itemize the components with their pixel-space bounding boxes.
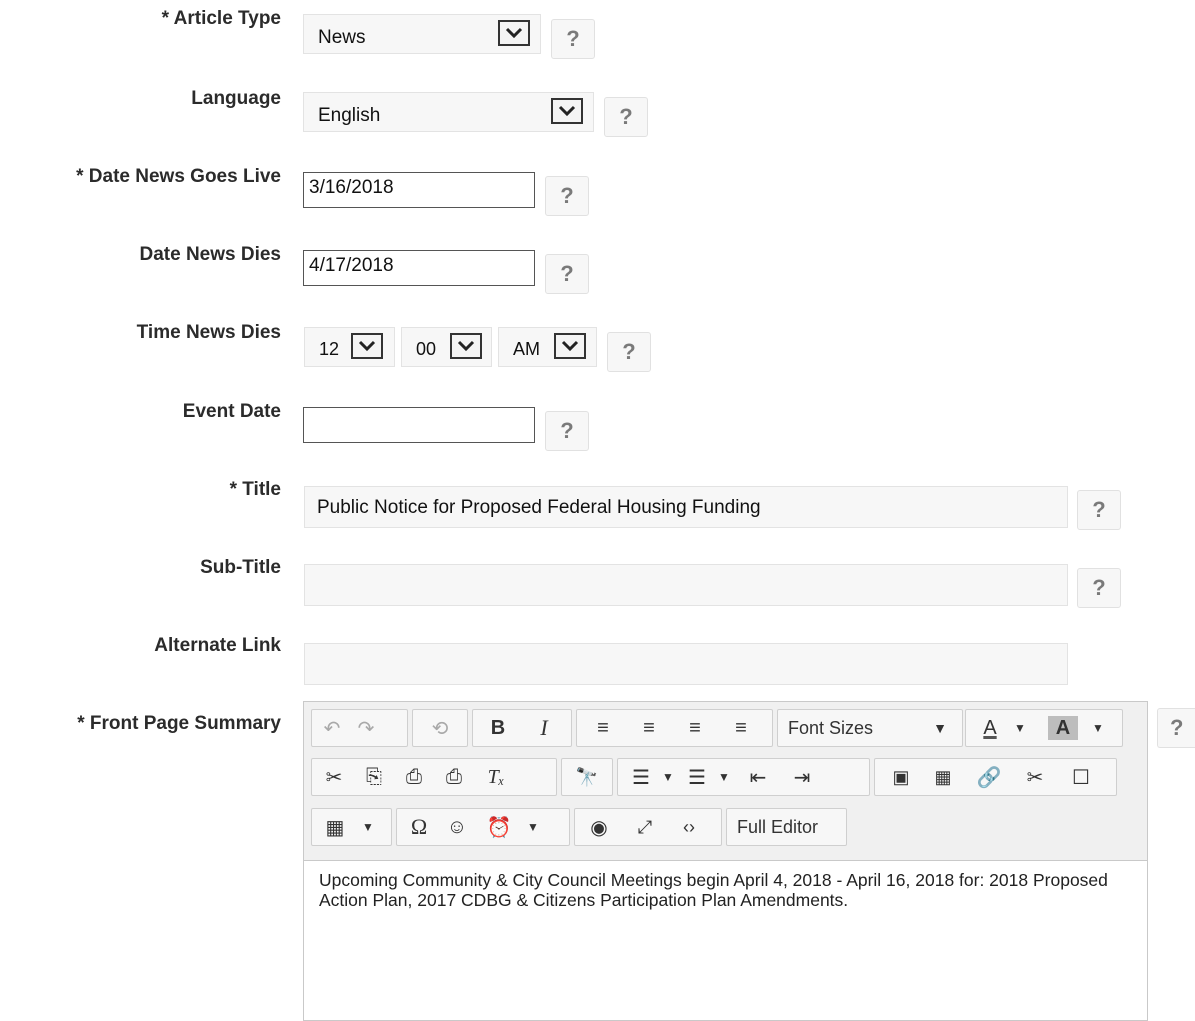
chevron-down-icon [498,20,530,46]
clear-format-icon[interactable]: Tₓ [478,763,514,791]
time-dies-label: Time News Dies [136,322,281,343]
media-icon[interactable]: ▦ [925,763,961,791]
color-group: A ▼ A ▼ [965,709,1123,747]
hour-select[interactable]: 12 [304,327,395,367]
language-label: Language [191,88,281,109]
special-group: Ω ☺ ⏰ ▼ [396,808,570,846]
background-color-icon[interactable]: A [1048,716,1078,740]
caret-down-icon[interactable]: ▼ [660,763,676,791]
paste-text-icon[interactable]: ⎙ [436,763,472,791]
summary-label: * Front Page Summary [77,713,281,734]
full-editor-label: Full Editor [737,816,819,837]
article-type-select[interactable]: News [303,14,541,54]
event-date-input[interactable] [303,407,535,443]
date-live-input[interactable]: 3/16/2018 [303,172,535,208]
article-type-label: * Article Type [161,8,281,29]
article-type-help-button[interactable]: ? [551,19,595,59]
time-dies-help-button[interactable]: ? [607,332,651,372]
caret-down-icon[interactable]: ▼ [1090,714,1106,742]
find-replace-icon[interactable]: 🔭 [570,763,604,791]
language-value: English [318,105,381,126]
date-live-label: * Date News Goes Live [76,166,281,187]
event-date-help-button[interactable]: ? [545,411,589,451]
minute-value: 00 [416,339,437,359]
numbered-list-icon[interactable]: ☰ [680,763,714,791]
link-icon[interactable]: 🔗 [971,763,1007,791]
caret-down-icon[interactable]: ▼ [360,813,376,841]
emoticon-icon[interactable]: ☺ [441,813,473,841]
indent-icon[interactable]: ⇥ [782,763,822,791]
language-select[interactable]: English [303,92,594,132]
alternate-link-label: Alternate Link [154,635,281,656]
restore-group: ⟲ [412,709,468,747]
restore-draft-icon[interactable]: ⟲ [423,714,457,742]
fullscreen-icon[interactable]: ⤢ [627,813,663,841]
unlink-icon[interactable]: ✂ [1017,763,1053,791]
hour-value: 12 [319,339,340,359]
title-help-button[interactable]: ? [1077,490,1121,530]
caret-down-icon[interactable]: ▼ [716,763,732,791]
chevron-down-icon [351,333,383,359]
align-left-icon[interactable]: ≡ [583,714,623,742]
ampm-select[interactable]: AM [498,327,597,367]
undo-icon[interactable]: ↶ [318,714,346,742]
language-help-button[interactable]: ? [604,97,648,137]
alarm-clock-icon[interactable]: ⏰ [483,813,515,841]
image-icon[interactable]: ▣ [883,763,919,791]
cut-icon[interactable]: ✂ [316,763,352,791]
table-group: ▦ ▼ [311,808,392,846]
align-justify-icon[interactable]: ≡ [721,714,761,742]
subtitle-input[interactable] [304,564,1068,606]
special-character-icon[interactable]: Ω [403,813,435,841]
paste-icon[interactable]: ⎙ [396,763,432,791]
chevron-down-icon [554,333,586,359]
history-group: ↶ ↷ [311,709,408,747]
text-color-icon[interactable]: A [976,714,1004,742]
date-dies-label: Date News Dies [139,244,281,265]
clipboard-group: ✂ ⎘ ⎙ ⎙ Tₓ [311,758,557,796]
bullet-list-icon[interactable]: ☰ [624,763,658,791]
event-date-label: Event Date [182,401,281,422]
title-input[interactable]: Public Notice for Proposed Federal Housi… [304,486,1068,528]
table-icon[interactable]: ▦ [318,813,352,841]
caret-down-icon[interactable]: ▼ [1012,714,1028,742]
bookmark-icon[interactable]: ☐ [1063,763,1099,791]
editor-toolbar: ↶ ↷ ⟲ B I ≡ ≡ ≡ ≡ Font Sizes ▼ A ▼ A ▼ ✂ [304,702,1147,861]
chevron-down-icon [551,98,583,124]
font-sizes-dropdown[interactable]: Font Sizes ▼ [777,709,963,747]
insert-group: ▣ ▦ 🔗 ✂ ☐ [874,758,1117,796]
date-live-help-button[interactable]: ? [545,176,589,216]
align-right-icon[interactable]: ≡ [675,714,715,742]
full-editor-button[interactable]: Full Editor [726,808,847,846]
align-center-icon[interactable]: ≡ [629,714,669,742]
chevron-down-icon [450,333,482,359]
search-group: 🔭 [561,758,613,796]
align-group: ≡ ≡ ≡ ≡ [576,709,773,747]
summary-editor: ↶ ↷ ⟲ B I ≡ ≡ ≡ ≡ Font Sizes ▼ A ▼ A ▼ ✂ [303,701,1148,1021]
subtitle-label: Sub-Title [200,557,281,578]
summary-help-button[interactable]: ? [1157,708,1195,748]
font-sizes-label: Font Sizes [788,717,874,738]
date-dies-input[interactable]: 4/17/2018 [303,250,535,286]
list-group: ☰ ▼ ☰ ▼ ⇤ ⇥ [617,758,870,796]
outdent-icon[interactable]: ⇤ [738,763,778,791]
article-type-value: News [318,27,366,48]
copy-icon[interactable]: ⎘ [356,763,392,791]
editor-content[interactable]: Upcoming Community & City Council Meetin… [319,870,1129,910]
alternate-link-input[interactable] [304,643,1068,685]
date-dies-help-button[interactable]: ? [545,254,589,294]
bold-icon[interactable]: B [483,714,513,742]
italic-icon[interactable]: I [529,714,559,742]
title-label: * Title [229,479,281,500]
redo-icon[interactable]: ↷ [352,714,380,742]
caret-down-icon[interactable]: ▼ [525,813,541,841]
source-code-icon[interactable]: ‹› [671,813,707,841]
caret-down-icon: ▼ [933,720,947,736]
subtitle-help-button[interactable]: ? [1077,568,1121,608]
format-group: B I [472,709,572,747]
minute-select[interactable]: 00 [401,327,492,367]
ampm-value: AM [513,339,540,359]
preview-eye-icon[interactable]: ◉ [581,813,617,841]
view-group: ◉ ⤢ ‹› [574,808,722,846]
